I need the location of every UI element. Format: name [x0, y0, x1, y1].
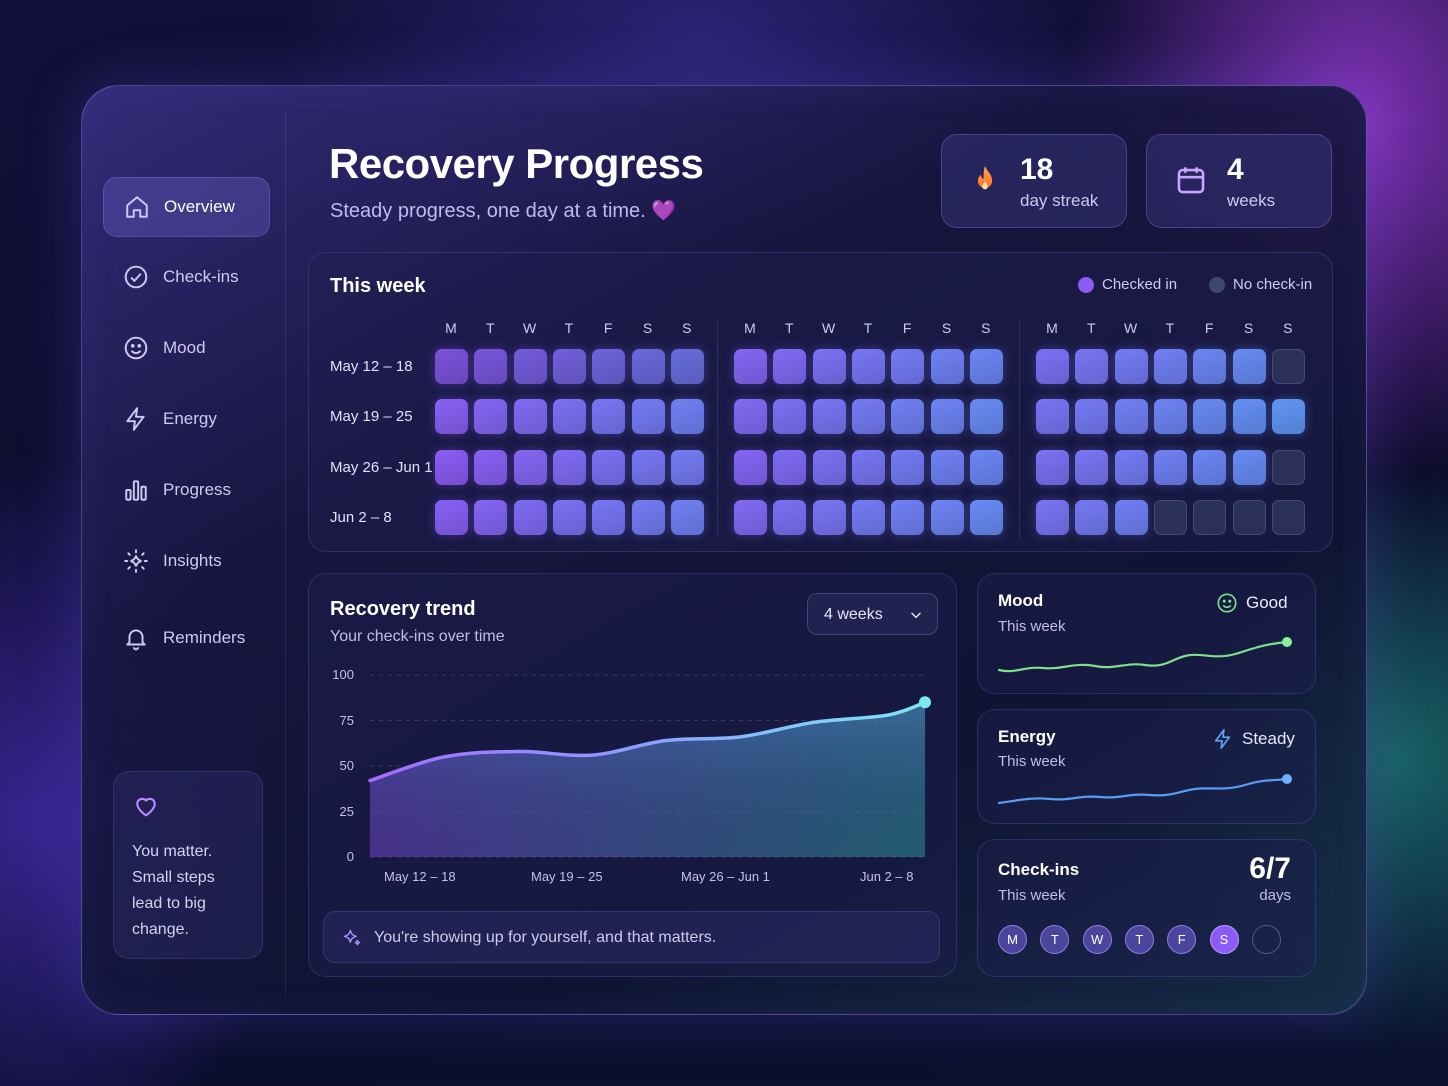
- encouragement-note: You're showing up for yourself, and that…: [323, 911, 940, 963]
- trend-area-shade: [370, 702, 925, 857]
- mood-end-point: [1282, 637, 1292, 647]
- trend-end-point: [919, 696, 931, 709]
- checkins-sub: This week: [998, 887, 1066, 904]
- mood-status: Good: [1216, 592, 1288, 614]
- mood-trend-line: [997, 640, 1289, 673]
- encouragement-note-text: You're showing up for yourself, and that…: [374, 929, 717, 946]
- checkin-day-dot: S: [1209, 925, 1239, 954]
- energy-trend-line: [997, 777, 1289, 805]
- mood-status-label: Good: [1246, 593, 1288, 612]
- checkin-day-dot: [1251, 925, 1281, 954]
- sparkle-icon: [343, 929, 361, 946]
- checkins-unit: days: [1259, 887, 1291, 904]
- smile-icon: [1217, 593, 1237, 613]
- checkins-title: Check-ins: [998, 860, 1080, 879]
- energy-title: Energy: [998, 727, 1056, 746]
- lightning-icon: [1214, 729, 1231, 749]
- checkin-day-dot: M: [998, 925, 1027, 954]
- mood-sparkline: [997, 637, 1292, 673]
- energy-status-label: Steady: [1242, 729, 1295, 748]
- energy-sparkline: [997, 774, 1292, 805]
- checkin-day-dot: W: [1082, 925, 1112, 954]
- checkin-day-dot: F: [1167, 925, 1197, 954]
- energy-status: Steady: [1212, 728, 1295, 750]
- mood-title: Mood: [998, 591, 1044, 610]
- checkin-day-dot: T: [1124, 925, 1154, 954]
- energy-end-point: [1282, 774, 1292, 784]
- checkins-value: 6/7: [1249, 852, 1291, 885]
